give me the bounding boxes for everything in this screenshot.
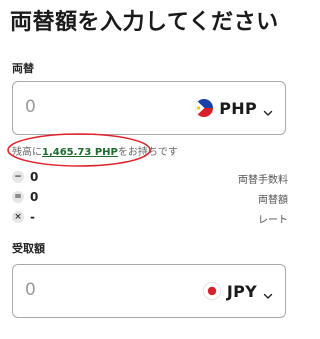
receive-label: 受取額	[12, 242, 45, 255]
minus-icon: −	[12, 171, 24, 183]
fee-label: 両替手数料	[238, 175, 288, 186]
exchange-amount-field[interactable]: 0 PHP	[12, 81, 286, 135]
exchange-amount-row: = 0 両替額	[12, 190, 288, 206]
page-title: 両替額を入力してください	[10, 10, 279, 35]
multiply-icon: ×	[12, 211, 24, 223]
fee-row: − 0 両替手数料	[12, 170, 288, 186]
philippines-flag-icon	[195, 99, 214, 117]
balance-amount-link[interactable]: 1,465.73 PHP	[42, 147, 118, 158]
rate-row: × - レート	[12, 210, 288, 226]
rate-label: レート	[258, 215, 288, 226]
balance-prefix: 残高に	[12, 147, 42, 158]
receive-currency-select[interactable]: JPY	[202, 279, 273, 303]
exchange-amount-value: 0	[30, 190, 39, 204]
equals-icon: =	[12, 191, 24, 203]
receive-currency-code: JPY	[226, 281, 257, 301]
fee-value: 0	[30, 170, 39, 184]
balance-suffix: をお持ちです	[117, 147, 178, 158]
rate-value: -	[30, 210, 35, 224]
exchange-label: 両替	[12, 62, 34, 75]
exchange-currency-select[interactable]: PHP	[195, 96, 273, 120]
exchange-currency-code: PHP	[219, 98, 257, 118]
chevron-down-icon	[263, 286, 273, 299]
receive-amount-field[interactable]: 0 JPY	[12, 264, 286, 318]
chevron-down-icon	[263, 103, 273, 116]
balance-text: 残高に1,465.73 PHPをお持ちです	[12, 143, 178, 158]
japan-flag-icon	[202, 282, 221, 300]
receive-amount-input[interactable]: 0	[25, 280, 36, 300]
exchange-amount-input[interactable]: 0	[25, 97, 36, 117]
exchange-amount-label: 両替額	[258, 195, 288, 206]
